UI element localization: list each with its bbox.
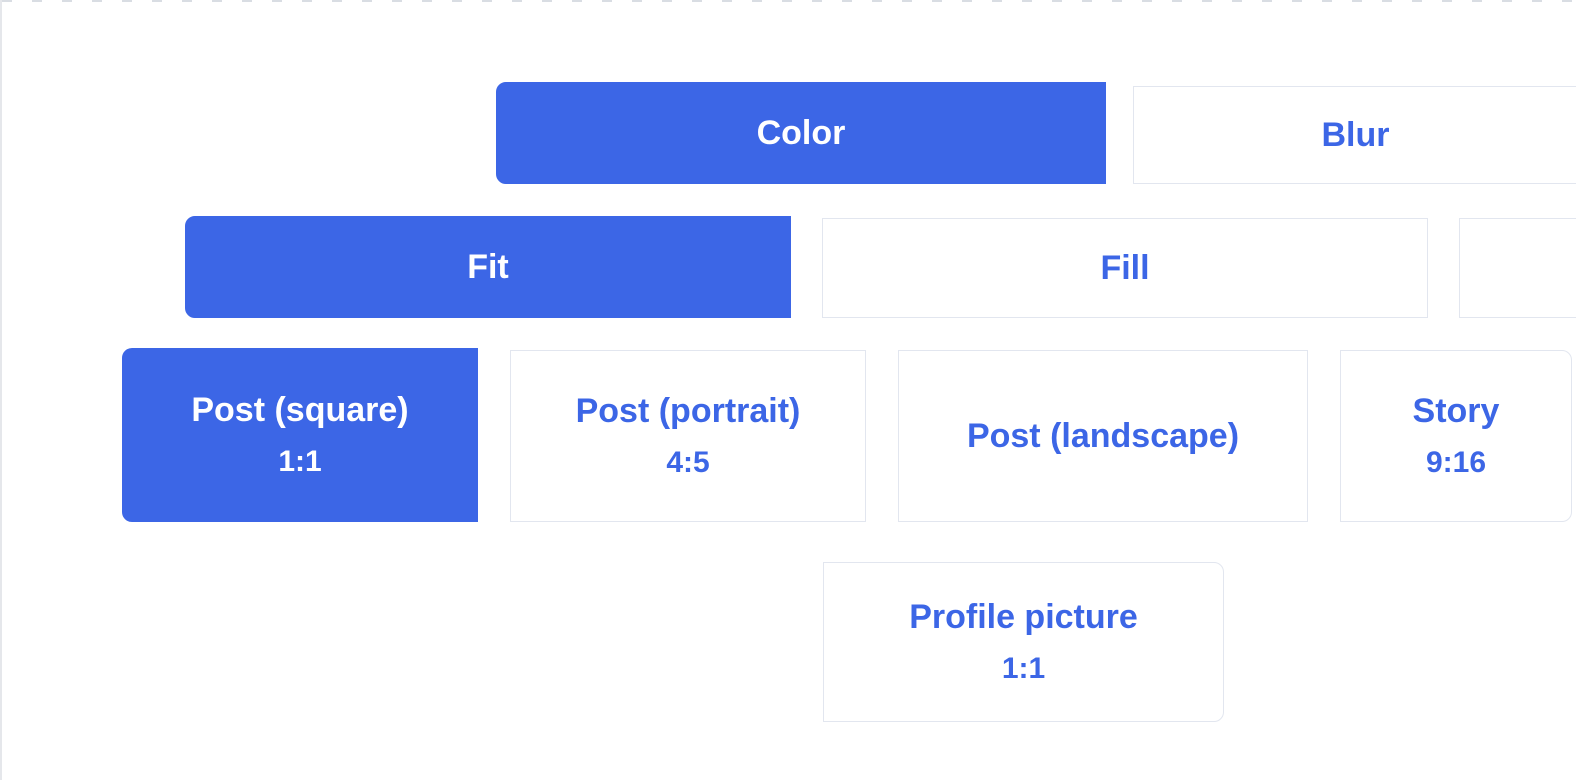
aspect-presets-row: Post (square) 1:1 Post (portrait) 4:5 Po… — [2, 348, 1576, 522]
aspect-profile-picture-ratio: 1:1 — [1002, 651, 1045, 687]
aspect-post-portrait-tile[interactable]: Post (portrait) 4:5 — [510, 350, 866, 522]
aspect-post-landscape-tile[interactable]: Post (landscape) — [898, 350, 1308, 522]
fit-mode-fit-tile[interactable]: Fit — [185, 216, 791, 318]
aspect-story-label: Story — [1413, 391, 1500, 432]
fit-mode-fill-label: Fill — [1100, 248, 1149, 289]
aspect-post-landscape-label: Post (landscape) — [967, 416, 1239, 457]
aspect-post-portrait-ratio: 4:5 — [666, 445, 709, 481]
background-mode-color-label: Color — [757, 113, 846, 154]
background-mode-row: Color Blur — [2, 82, 1576, 184]
aspect-post-portrait-label: Post (portrait) — [576, 391, 801, 432]
fit-mode-more-tile[interactable] — [1459, 218, 1576, 318]
aspect-post-square-ratio: 1:1 — [278, 444, 321, 480]
aspect-profile-picture-label: Profile picture — [909, 597, 1138, 638]
background-mode-color-tile[interactable]: Color — [496, 82, 1106, 184]
aspect-post-square-tile[interactable]: Post (square) 1:1 — [122, 348, 478, 522]
aspect-post-square-label: Post (square) — [191, 390, 408, 431]
background-mode-blur-label: Blur — [1322, 115, 1390, 156]
fit-mode-row: Fit Fill — [2, 216, 1576, 318]
background-mode-blur-tile[interactable]: Blur — [1133, 86, 1576, 184]
aspect-story-ratio: 9:16 — [1426, 445, 1486, 481]
fit-mode-fit-label: Fit — [467, 247, 509, 288]
aspect-story-tile[interactable]: Story 9:16 — [1340, 350, 1572, 522]
fit-mode-fill-tile[interactable]: Fill — [822, 218, 1428, 318]
top-divider — [2, 0, 1576, 2]
aspect-presets-row-2: Profile picture 1:1 — [2, 562, 1576, 722]
resize-options-panel: Color Blur Fit Fill Post (square) 1:1 Po… — [2, 0, 1576, 780]
aspect-profile-picture-tile[interactable]: Profile picture 1:1 — [823, 562, 1224, 722]
